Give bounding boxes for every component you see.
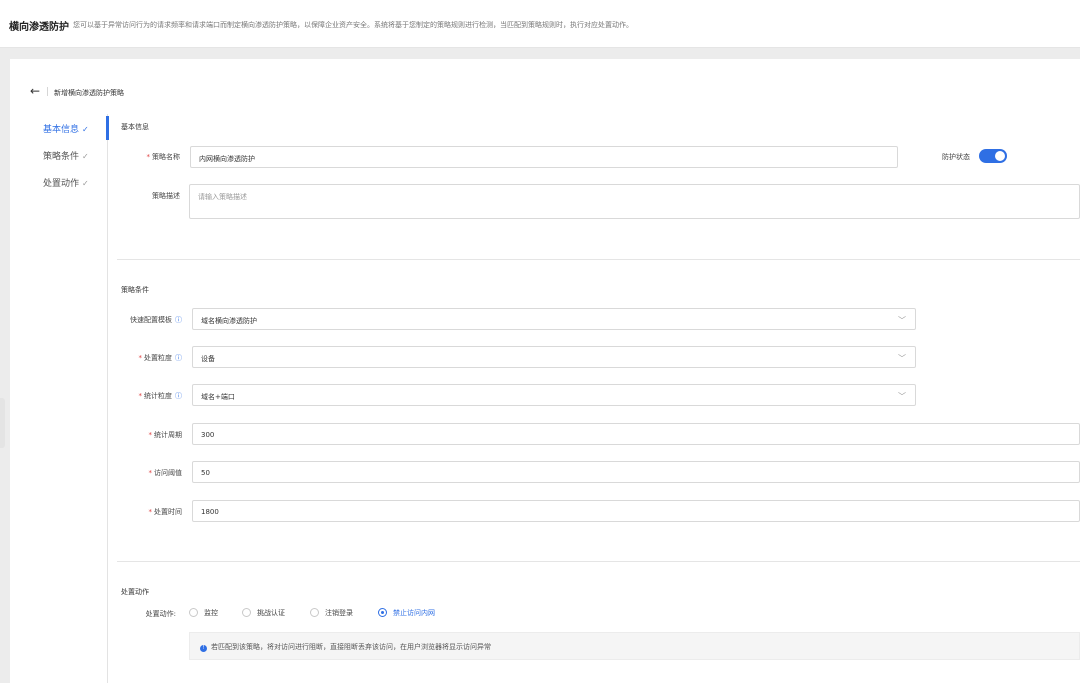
radio-circle xyxy=(310,608,319,617)
granularity-label: * 处置粒度 ⓘ xyxy=(138,354,183,362)
policy-desc-textarea[interactable]: 请输入策略描述 xyxy=(189,184,1080,219)
stat-period-label: * 统计周期 xyxy=(148,431,183,439)
check-icon: ✓ xyxy=(82,152,89,161)
nav-item-label: 基本信息 xyxy=(43,125,80,135)
header-description: 您可以基于异常访问行为的请求频率和请求端口而制定横向渗透防护策略，以保障企业资产… xyxy=(73,21,633,29)
policy-name-input[interactable]: 内网横向渗透防护 xyxy=(190,146,898,168)
radio-monitor[interactable]: 监控 xyxy=(189,608,218,618)
actions-label: 处置动作: xyxy=(145,610,176,618)
check-icon: ✓ xyxy=(82,179,89,188)
info-icon[interactable]: ⓘ xyxy=(175,354,182,362)
granularity-select[interactable]: 设备 ﹀ xyxy=(192,346,916,368)
chevron-down-icon: ﹀ xyxy=(898,354,906,363)
nav-item-conditions[interactable]: 策略条件 ✓ xyxy=(43,149,89,162)
required-mark: * xyxy=(146,153,151,161)
threshold-input[interactable]: 50 xyxy=(192,461,1080,483)
info-icon[interactable]: ⓘ xyxy=(175,316,182,324)
page-header: 横向渗透防护 您可以基于异常访问行为的请求频率和请求端口而制定横向渗透防护策略，… xyxy=(0,0,1080,48)
nav-item-label: 策略条件 xyxy=(43,152,80,162)
radio-circle xyxy=(378,608,387,617)
stat-granularity-select[interactable]: 域名+端口 ﹀ xyxy=(192,384,916,406)
template-label: 快速配置模板 ⓘ xyxy=(130,316,182,324)
stat-period-input[interactable]: 300 xyxy=(192,423,1080,445)
radio-block-intranet[interactable]: 禁止访问内网 xyxy=(378,608,435,618)
nav-item-label: 处置动作 xyxy=(43,179,80,189)
page-title: 新增横向渗透防护策略 xyxy=(54,89,124,97)
nav-item-basic-info[interactable]: 基本信息 ✓ xyxy=(43,122,89,135)
radio-circle xyxy=(189,608,198,617)
policy-name-label: * 策略名称 xyxy=(146,153,181,161)
threshold-label: * 访问阈值 xyxy=(148,469,183,477)
header-title: 横向渗透防护 xyxy=(9,22,69,33)
radio-logout[interactable]: 注销登录 xyxy=(310,608,353,618)
step-nav-active-indicator xyxy=(106,116,109,140)
collapse-handle[interactable] xyxy=(0,398,5,448)
toggle-knob xyxy=(995,151,1005,161)
disposal-time-input[interactable]: 1800 xyxy=(192,500,1080,522)
chevron-down-icon: ﹀ xyxy=(898,316,906,325)
step-nav xyxy=(10,114,108,683)
protection-status-toggle[interactable] xyxy=(979,149,1007,163)
nav-item-actions[interactable]: 处置动作 ✓ xyxy=(43,176,89,189)
section-title-basic: 基本信息 xyxy=(121,123,149,131)
template-select[interactable]: 域名横向渗透防护 ﹀ xyxy=(192,308,916,330)
section-title-actions: 处置动作 xyxy=(121,588,149,596)
step-nav-divider xyxy=(107,114,108,683)
action-notice: ! 若匹配到该策略，将对访问进行阻断，直接阻断丢弃该访问，在用户浏览器将显示访问异… xyxy=(189,632,1080,660)
protection-status-label: 防护状态 xyxy=(942,153,970,161)
disposal-time-label: * 处置时间 xyxy=(148,508,183,516)
radio-circle xyxy=(242,608,251,617)
section-title-conditions: 策略条件 xyxy=(121,286,149,294)
chevron-down-icon: ﹀ xyxy=(898,392,906,401)
title-separator xyxy=(47,87,48,96)
info-icon[interactable]: ⓘ xyxy=(175,392,182,400)
check-icon: ✓ xyxy=(82,125,89,134)
radio-challenge-auth[interactable]: 挑战认证 xyxy=(242,608,285,618)
stat-granularity-label: * 统计粒度 ⓘ xyxy=(138,392,183,400)
back-arrow-icon[interactable]: ← xyxy=(30,85,40,97)
notice-text: 若匹配到该策略，将对访问进行阻断，直接阻断丢弃该访问，在用户浏览器将显示访问异常 xyxy=(211,643,491,651)
section-divider xyxy=(117,259,1080,260)
info-circle-icon: ! xyxy=(200,645,207,652)
section-divider xyxy=(117,561,1080,562)
policy-desc-label: 策略描述 xyxy=(152,192,180,200)
